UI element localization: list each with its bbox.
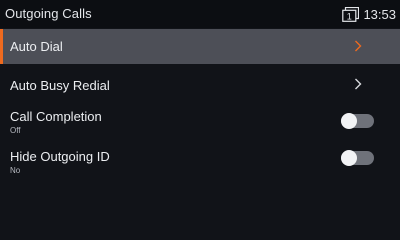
call-completion-toggle[interactable]: [341, 113, 374, 129]
menu-item-auto-dial[interactable]: Auto Dial: [0, 29, 400, 64]
menu-item-label: Auto Busy Redial: [10, 78, 110, 93]
menu-item-call-completion[interactable]: Call Completion Off: [0, 104, 400, 140]
menu-item-value: Off: [10, 126, 21, 135]
menu-item-value: No: [10, 166, 21, 175]
page-title: Outgoing Calls: [5, 6, 92, 21]
menu-item-auto-busy-redial[interactable]: Auto Busy Redial: [0, 68, 400, 102]
line-1-icon: 1: [342, 6, 360, 22]
status-indicators: 1 13:53: [342, 5, 396, 23]
toggle-knob: [341, 150, 357, 166]
clock-time: 13:53: [363, 6, 396, 22]
menu-item-label: Hide Outgoing ID: [10, 149, 110, 164]
menu-item-label: Auto Dial: [10, 39, 63, 54]
menu-item-label: Call Completion: [10, 109, 102, 124]
chevron-right-icon: [355, 78, 362, 90]
menu-item-hide-outgoing-id[interactable]: Hide Outgoing ID No: [0, 144, 400, 180]
line-number: 1: [347, 11, 352, 21]
selection-accent-bar: [0, 29, 3, 64]
chevron-right-icon: [355, 40, 362, 52]
hide-outgoing-id-toggle[interactable]: [341, 150, 374, 166]
status-bar: Outgoing Calls 1 13:53: [0, 0, 400, 28]
toggle-knob: [341, 113, 357, 129]
